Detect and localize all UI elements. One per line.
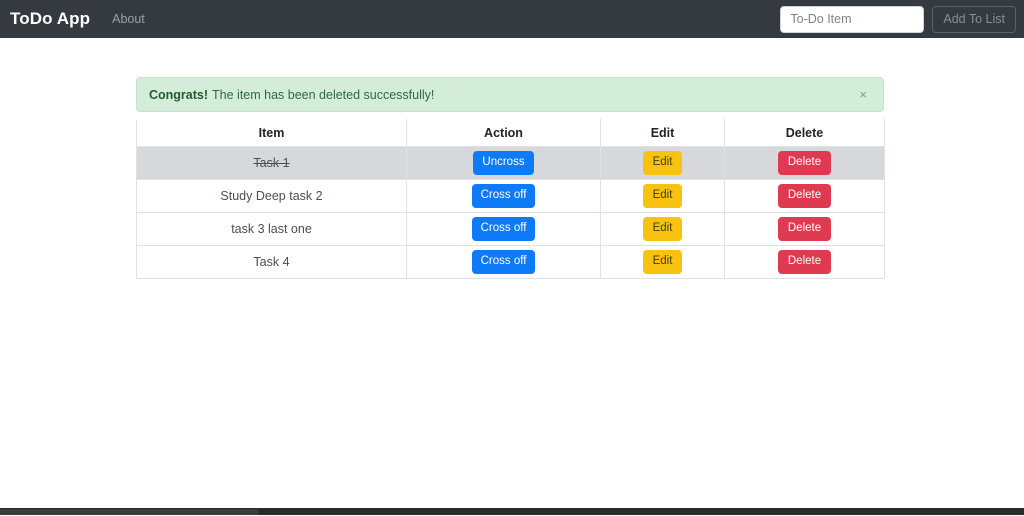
cross-off-button[interactable]: Cross off bbox=[472, 250, 536, 274]
horizontal-scrollbar-thumb[interactable] bbox=[0, 509, 258, 515]
column-header-edit: Edit bbox=[601, 120, 725, 147]
alert-message: The item has been deleted successfully! bbox=[212, 88, 434, 102]
todo-item-text: Task 1 bbox=[253, 156, 289, 170]
todo-table: Item Action Edit Delete Task 1 Uncross Edi… bbox=[136, 119, 885, 279]
cell-action: Cross off bbox=[407, 180, 601, 213]
cross-off-button[interactable]: Uncross bbox=[473, 151, 533, 175]
cell-item: Task 4 bbox=[137, 246, 407, 279]
cell-edit: Edit bbox=[601, 147, 725, 180]
cell-edit: Edit bbox=[601, 180, 725, 213]
main-content: Congrats! The item has been deleted succ… bbox=[0, 38, 1024, 508]
cell-delete: Delete bbox=[725, 213, 885, 246]
cell-action: Cross off bbox=[407, 246, 601, 279]
todo-item-text: Study Deep task 2 bbox=[220, 189, 322, 203]
alert-title: Congrats! bbox=[149, 88, 208, 102]
edit-button[interactable]: Edit bbox=[643, 217, 683, 241]
nav-link-about[interactable]: About bbox=[112, 12, 145, 26]
cross-off-button[interactable]: Cross off bbox=[472, 184, 536, 208]
todo-item-text: task 3 last one bbox=[231, 222, 312, 236]
edit-button[interactable]: Edit bbox=[643, 250, 683, 274]
delete-button[interactable]: Delete bbox=[778, 184, 831, 208]
delete-button[interactable]: Delete bbox=[778, 151, 831, 175]
table-row: Task 1 Uncross Edit Delete bbox=[137, 147, 885, 180]
todo-table-wrapper: Item Action Edit Delete Task 1 Uncross Edi… bbox=[136, 119, 884, 279]
cell-delete: Delete bbox=[725, 147, 885, 180]
edit-button[interactable]: Edit bbox=[643, 151, 683, 175]
table-row: task 3 last one Cross off Edit Delete bbox=[137, 213, 885, 246]
close-icon[interactable]: × bbox=[855, 86, 871, 103]
navbar: ToDo App About Add To List bbox=[0, 0, 1024, 38]
delete-button[interactable]: Delete bbox=[778, 217, 831, 241]
cell-delete: Delete bbox=[725, 246, 885, 279]
cell-action: Uncross bbox=[407, 147, 601, 180]
column-header-delete: Delete bbox=[725, 120, 885, 147]
cell-delete: Delete bbox=[725, 180, 885, 213]
horizontal-scrollbar-track[interactable] bbox=[258, 509, 1024, 515]
cell-item: Study Deep task 2 bbox=[137, 180, 407, 213]
app-brand[interactable]: ToDo App bbox=[10, 9, 90, 29]
add-to-list-button[interactable]: Add To List bbox=[932, 6, 1016, 33]
cell-edit: Edit bbox=[601, 246, 725, 279]
table-row: Task 4 Cross off Edit Delete bbox=[137, 246, 885, 279]
table-header-row: Item Action Edit Delete bbox=[137, 120, 885, 147]
cell-edit: Edit bbox=[601, 213, 725, 246]
navbar-right-group: Add To List bbox=[780, 6, 1016, 33]
table-row: Study Deep task 2 Cross off Edit Delete bbox=[137, 180, 885, 213]
edit-button[interactable]: Edit bbox=[643, 184, 683, 208]
todo-item-text: Task 4 bbox=[253, 255, 289, 269]
todo-item-input[interactable] bbox=[780, 6, 924, 33]
cell-action: Cross off bbox=[407, 213, 601, 246]
cell-item: Task 1 bbox=[137, 147, 407, 180]
delete-button[interactable]: Delete bbox=[778, 250, 831, 274]
cross-off-button[interactable]: Cross off bbox=[472, 217, 536, 241]
cell-item: task 3 last one bbox=[137, 213, 407, 246]
table-body: Task 1UncrossEditDeleteStudy Deep task 2… bbox=[137, 147, 885, 279]
table-head: Item Action Edit Delete bbox=[137, 120, 885, 147]
success-alert: Congrats! The item has been deleted succ… bbox=[136, 77, 884, 112]
column-header-action: Action bbox=[407, 120, 601, 147]
column-header-item: Item bbox=[137, 120, 407, 147]
